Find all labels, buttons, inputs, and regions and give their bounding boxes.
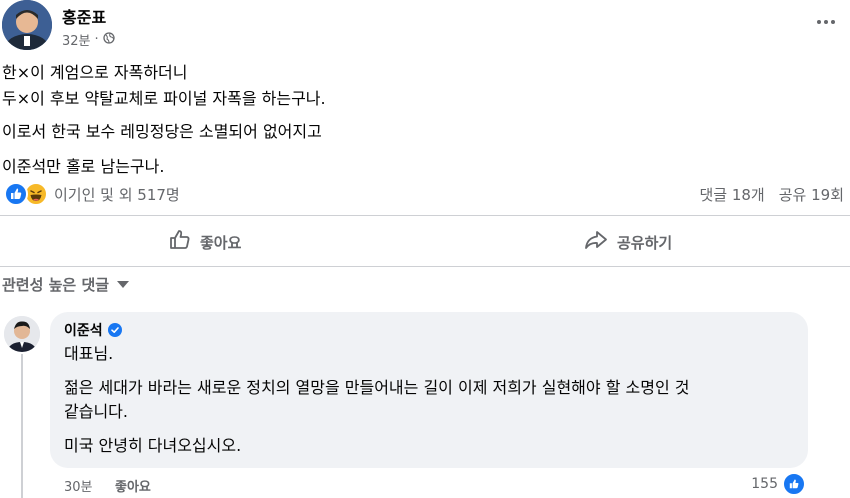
comment-sort-dropdown[interactable]: 관련성 높은 댓글	[2, 274, 130, 295]
like-button-label: 좋아요	[200, 233, 242, 252]
post-time[interactable]: 32분	[62, 30, 91, 49]
post-author-name[interactable]: 홍준표	[62, 4, 106, 28]
author-avatar[interactable]	[2, 0, 52, 50]
dot-icon	[831, 20, 835, 24]
comment-reaction-count: 155	[751, 476, 778, 492]
divider	[0, 215, 850, 216]
comment-like-link[interactable]: 좋아요	[115, 476, 151, 495]
like-reaction-icon	[782, 472, 806, 496]
share-button[interactable]: 공유하기	[583, 226, 672, 258]
meta-separator: ·	[94, 32, 99, 47]
more-options-button[interactable]	[808, 10, 844, 34]
commenter-avatar[interactable]	[4, 316, 40, 352]
comment-text-line: 대표님.	[64, 344, 114, 363]
comment-author[interactable]: 이준석	[64, 320, 122, 340]
comment-time[interactable]: 30분	[64, 476, 93, 495]
share-arrow-icon	[583, 228, 609, 256]
share-button-label: 공유하기	[617, 233, 673, 252]
post-text-line: 이로서 한국 보수 레밍정당은 소멸되어 없어지고	[2, 122, 322, 141]
comment-reactions[interactable]: 155	[751, 472, 806, 496]
reactions-summary[interactable]: 이기인 및 외 517명	[4, 182, 180, 206]
thumbs-up-icon	[168, 228, 192, 256]
comment-sort-label: 관련성 높은 댓글	[2, 276, 110, 294]
post-text-line: 두×이 후보 약탈교체로 파이널 자폭을 하는구나.	[2, 89, 326, 108]
like-reaction-icon	[4, 182, 28, 206]
comment-thread-line	[21, 354, 23, 498]
chevron-down-icon	[117, 281, 130, 288]
comment-author-name[interactable]: 이준석	[64, 320, 103, 340]
comment-text-line: 같습니다.	[64, 402, 128, 421]
comment-text-line: 미국 안녕히 다녀오십시오.	[64, 436, 242, 455]
post-meta: 32분 ·	[62, 30, 115, 49]
post-stats: 댓글 18개 공유 19회	[699, 184, 844, 205]
shares-count[interactable]: 공유 19회	[779, 184, 844, 205]
comment-text-line: 젊은 세대가 바라는 새로운 정치의 열망을 만들어내는 길이 이제 저희가 실…	[64, 378, 690, 397]
globe-icon	[103, 31, 115, 48]
post-text-line: 한×이 계엄으로 자폭하더니	[2, 63, 188, 82]
comments-count[interactable]: 댓글 18개	[699, 184, 764, 205]
post-text-line: 이준석만 홀로 남는구나.	[2, 157, 165, 176]
dot-icon	[824, 20, 828, 24]
divider	[0, 266, 850, 267]
dot-icon	[817, 20, 821, 24]
reactions-count[interactable]: 이기인 및 외 517명	[54, 184, 180, 205]
verified-badge-icon	[107, 323, 122, 337]
like-button[interactable]: 좋아요	[168, 226, 241, 258]
